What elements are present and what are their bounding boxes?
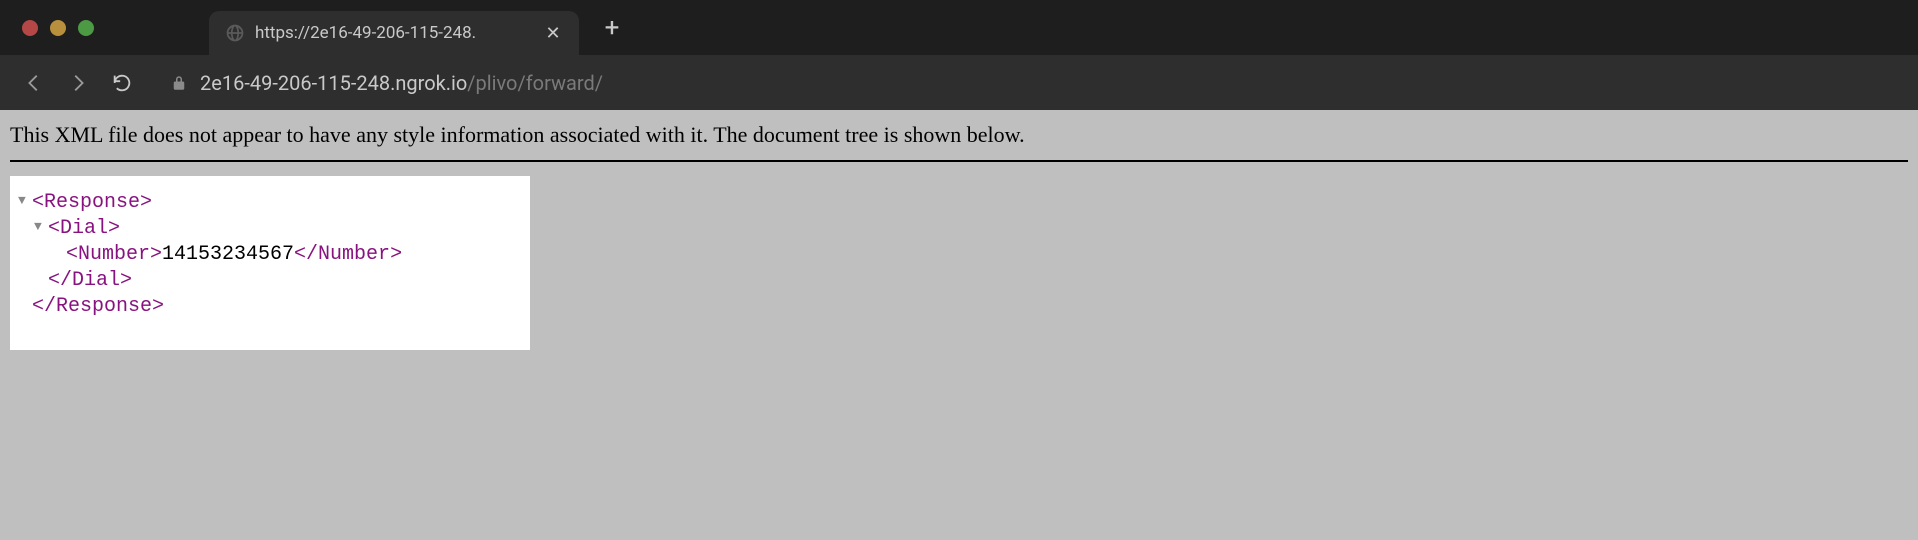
- new-tab-button[interactable]: +: [597, 13, 627, 43]
- xml-tag: <Dial>: [48, 217, 120, 240]
- xml-tag: </Response>: [32, 295, 164, 318]
- window-minimize-button[interactable]: [50, 20, 66, 36]
- xml-tag: <Response>: [32, 191, 152, 214]
- window-maximize-button[interactable]: [78, 20, 94, 36]
- xml-node-dial-close: </Dial>: [18, 268, 522, 294]
- window-controls: [22, 20, 94, 36]
- lock-icon: [170, 74, 188, 92]
- tab-title: https://2e16-49-206-115-248.: [255, 23, 535, 43]
- collapse-toggle-icon[interactable]: ▼: [18, 193, 32, 210]
- xml-tag: <Number>: [66, 243, 162, 266]
- xml-node-response-close: </Response>: [18, 294, 522, 320]
- titlebar: https://2e16-49-206-115-248. ✕ +: [0, 0, 1918, 55]
- toolbar: 2e16-49-206-115-248.ngrok.io/plivo/forwa…: [0, 55, 1918, 110]
- url-host: 2e16-49-206-115-248.ngrok.io: [200, 71, 467, 95]
- tab-close-button[interactable]: ✕: [543, 23, 563, 43]
- xml-node-dial-open[interactable]: ▼<Dial>: [18, 216, 522, 242]
- xml-node-number[interactable]: <Number>14153234567</Number>: [18, 242, 522, 268]
- xml-tag: </Number>: [294, 243, 402, 266]
- back-button[interactable]: [16, 65, 52, 101]
- xml-text-value: 14153234567: [162, 243, 294, 266]
- url-path: /plivo/forward/: [467, 71, 603, 95]
- browser-window: https://2e16-49-206-115-248. ✕ + 2e16-49…: [0, 0, 1918, 540]
- browser-tab[interactable]: https://2e16-49-206-115-248. ✕: [209, 11, 579, 55]
- reload-button[interactable]: [104, 65, 140, 101]
- window-close-button[interactable]: [22, 20, 38, 36]
- xml-node-response-open[interactable]: ▼<Response>: [18, 190, 522, 216]
- address-bar[interactable]: 2e16-49-206-115-248.ngrok.io/plivo/forwa…: [156, 63, 1902, 103]
- globe-icon: [225, 23, 245, 43]
- collapse-toggle-icon[interactable]: ▼: [34, 219, 48, 236]
- xml-notice: This XML file does not appear to have an…: [10, 122, 1908, 162]
- page-content: This XML file does not appear to have an…: [0, 110, 1918, 362]
- xml-tree-viewer: ▼<Response> ▼<Dial> <Number>14153234567<…: [10, 176, 530, 350]
- forward-button[interactable]: [60, 65, 96, 101]
- xml-tag: </Dial>: [48, 269, 132, 292]
